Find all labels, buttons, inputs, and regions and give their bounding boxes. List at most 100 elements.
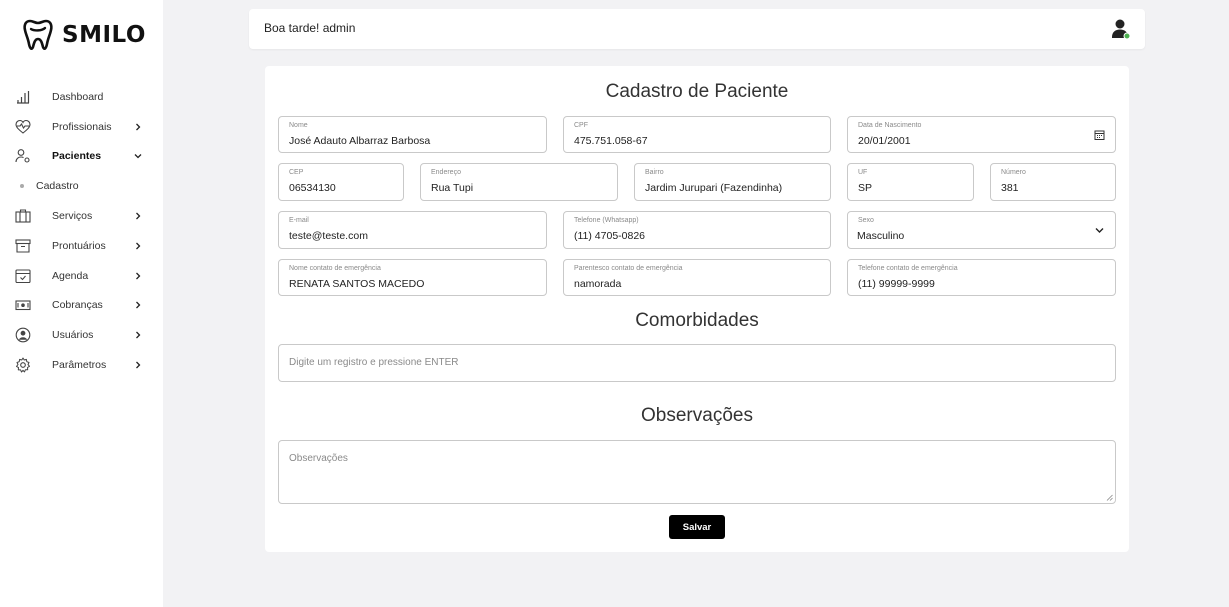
sidebar-nav: Dashboard Profissionais Pacientes Cadast… [0,82,163,380]
uf-field[interactable]: UF SP [847,163,974,201]
sidebar-subitem-cadastro[interactable]: Cadastro [0,171,163,201]
field-placeholder: Observações [289,453,348,464]
email-field[interactable]: E-mail teste@teste.com [278,211,547,249]
telefone-field[interactable]: Telefone (Whatsapp) (11) 4705-0826 [563,211,831,249]
patient-form-card: Cadastro de Paciente Nome José Adauto Al… [265,66,1129,552]
field-value: namorada [574,278,622,290]
field-value: RENATA SANTOS MACEDO [289,278,425,290]
sidebar-item-cobrancas[interactable]: Cobranças [0,291,163,321]
endereco-field[interactable]: Endereço Rua Tupi [420,163,618,201]
field-value: (11) 99999-9999 [858,278,935,290]
field-label: E-mail [289,217,309,224]
calendar-icon[interactable] [1094,129,1105,140]
field-label: CPF [574,122,588,129]
chevron-right-icon [136,123,141,131]
sidebar-item-label: Serviços [52,210,93,223]
brand-name: SMILO [62,22,146,48]
sidebar: SMILO Dashboard Profissionais Pacientes … [0,0,163,607]
user-circle-icon [15,327,31,343]
contato-parentesco-field[interactable]: Parentesco contato de emergência namorad… [563,259,831,296]
bairro-field[interactable]: Bairro Jardim Jurupari (Fazendinha) [634,163,831,201]
field-label: Nome [289,122,308,129]
greeting-text: Boa tarde! admin [264,21,356,35]
cpf-field[interactable]: CPF 475.751.058-67 [563,116,831,153]
field-value: (11) 4705-0826 [574,230,646,242]
heart-pulse-icon [15,119,31,135]
field-value: 381 [1001,182,1019,194]
field-value: 20/01/2001 [858,135,911,147]
field-value: 06534130 [289,182,336,194]
brand-logo[interactable]: SMILO [22,18,146,52]
contato-telefone-field[interactable]: Telefone contato de emergência (11) 9999… [847,259,1116,296]
briefcase-icon [15,208,31,224]
sexo-select[interactable]: Sexo Masculino [847,211,1116,249]
field-label: Nome contato de emergência [289,265,381,272]
sidebar-item-servicos[interactable]: Serviços [0,201,163,231]
sidebar-item-prontuarios[interactable]: Prontuários [0,231,163,261]
cash-icon [15,297,31,313]
field-label: UF [858,169,868,176]
cep-field[interactable]: CEP 06534130 [278,163,404,201]
topbar: Boa tarde! admin [249,9,1145,49]
field-label: Telefone (Whatsapp) [574,217,639,224]
sidebar-item-label: Pacientes [52,150,102,163]
field-value: Jardim Jurupari (Fazendinha) [645,182,783,194]
chevron-right-icon [136,361,141,369]
field-label: Sexo [858,217,874,224]
data-nascimento-field[interactable]: Data de Nascimento 20/01/2001 [847,116,1116,153]
field-label: Parentesco contato de emergência [574,265,683,272]
sidebar-item-label: Parâmetros [52,359,107,372]
numero-field[interactable]: Número 381 [990,163,1116,201]
bullet-icon [20,184,24,189]
sidebar-item-usuarios[interactable]: Usuários [0,320,163,350]
resize-handle-icon[interactable] [1106,494,1113,501]
field-label: Data de Nascimento [858,122,922,129]
chevron-down-icon [1095,228,1104,233]
comorbidades-input[interactable]: Digite um registro e pressione ENTER [278,344,1116,382]
chevron-right-icon [136,242,141,250]
tooth-logo-icon [23,19,53,50]
field-label: Telefone contato de emergência [858,265,958,272]
chevron-right-icon [136,212,141,220]
chevron-down-icon [134,154,142,159]
sidebar-item-label: Dashboard [52,90,104,103]
field-value: Masculino [857,230,905,242]
field-label: Endereço [431,169,461,176]
sidebar-item-label: Prontuários [52,239,106,252]
user-settings-icon [15,148,31,164]
sidebar-item-parametros[interactable]: Parâmetros [0,350,163,380]
sidebar-item-label: Cobranças [52,299,103,312]
sidebar-subitem-label: Cadastro [36,180,79,193]
contato-nome-field[interactable]: Nome contato de emergência RENATA SANTOS… [278,259,547,296]
field-value: José Adauto Albarraz Barbosa [289,135,431,147]
field-value: Rua Tupi [431,182,474,194]
calendar-check-icon [15,268,31,284]
field-label: Número [1001,169,1026,176]
sidebar-item-pacientes[interactable]: Pacientes [0,142,163,172]
chevron-right-icon [136,331,141,339]
sidebar-item-dashboard[interactable]: Dashboard [0,82,163,112]
comorbidades-title: Comorbidades [635,310,759,331]
field-placeholder: Digite um registro e pressione ENTER [289,357,459,368]
observacoes-textarea[interactable]: Observações [278,440,1116,504]
nome-field[interactable]: Nome José Adauto Albarraz Barbosa [278,116,547,153]
field-value: teste@teste.com [289,230,368,242]
user-avatar-icon[interactable] [1111,18,1131,40]
save-button[interactable]: Salvar [669,515,725,539]
chevron-right-icon [136,302,141,309]
form-title: Cadastro de Paciente [605,81,789,102]
archive-icon [15,238,31,254]
field-value: SP [858,182,873,194]
sidebar-item-profissionais[interactable]: Profissionais [0,112,163,142]
field-label: Bairro [645,169,664,176]
bar-chart-icon [15,89,31,105]
sidebar-item-label: Profissionais [52,120,112,133]
observacoes-title: Observações [641,405,753,426]
field-label: CEP [289,169,304,176]
field-value: 475.751.058-67 [574,135,648,147]
sidebar-item-label: Usuários [52,329,94,342]
gear-icon [15,357,31,373]
sidebar-item-agenda[interactable]: Agenda [0,261,163,291]
sidebar-item-label: Agenda [52,269,89,282]
chevron-right-icon [136,272,141,280]
